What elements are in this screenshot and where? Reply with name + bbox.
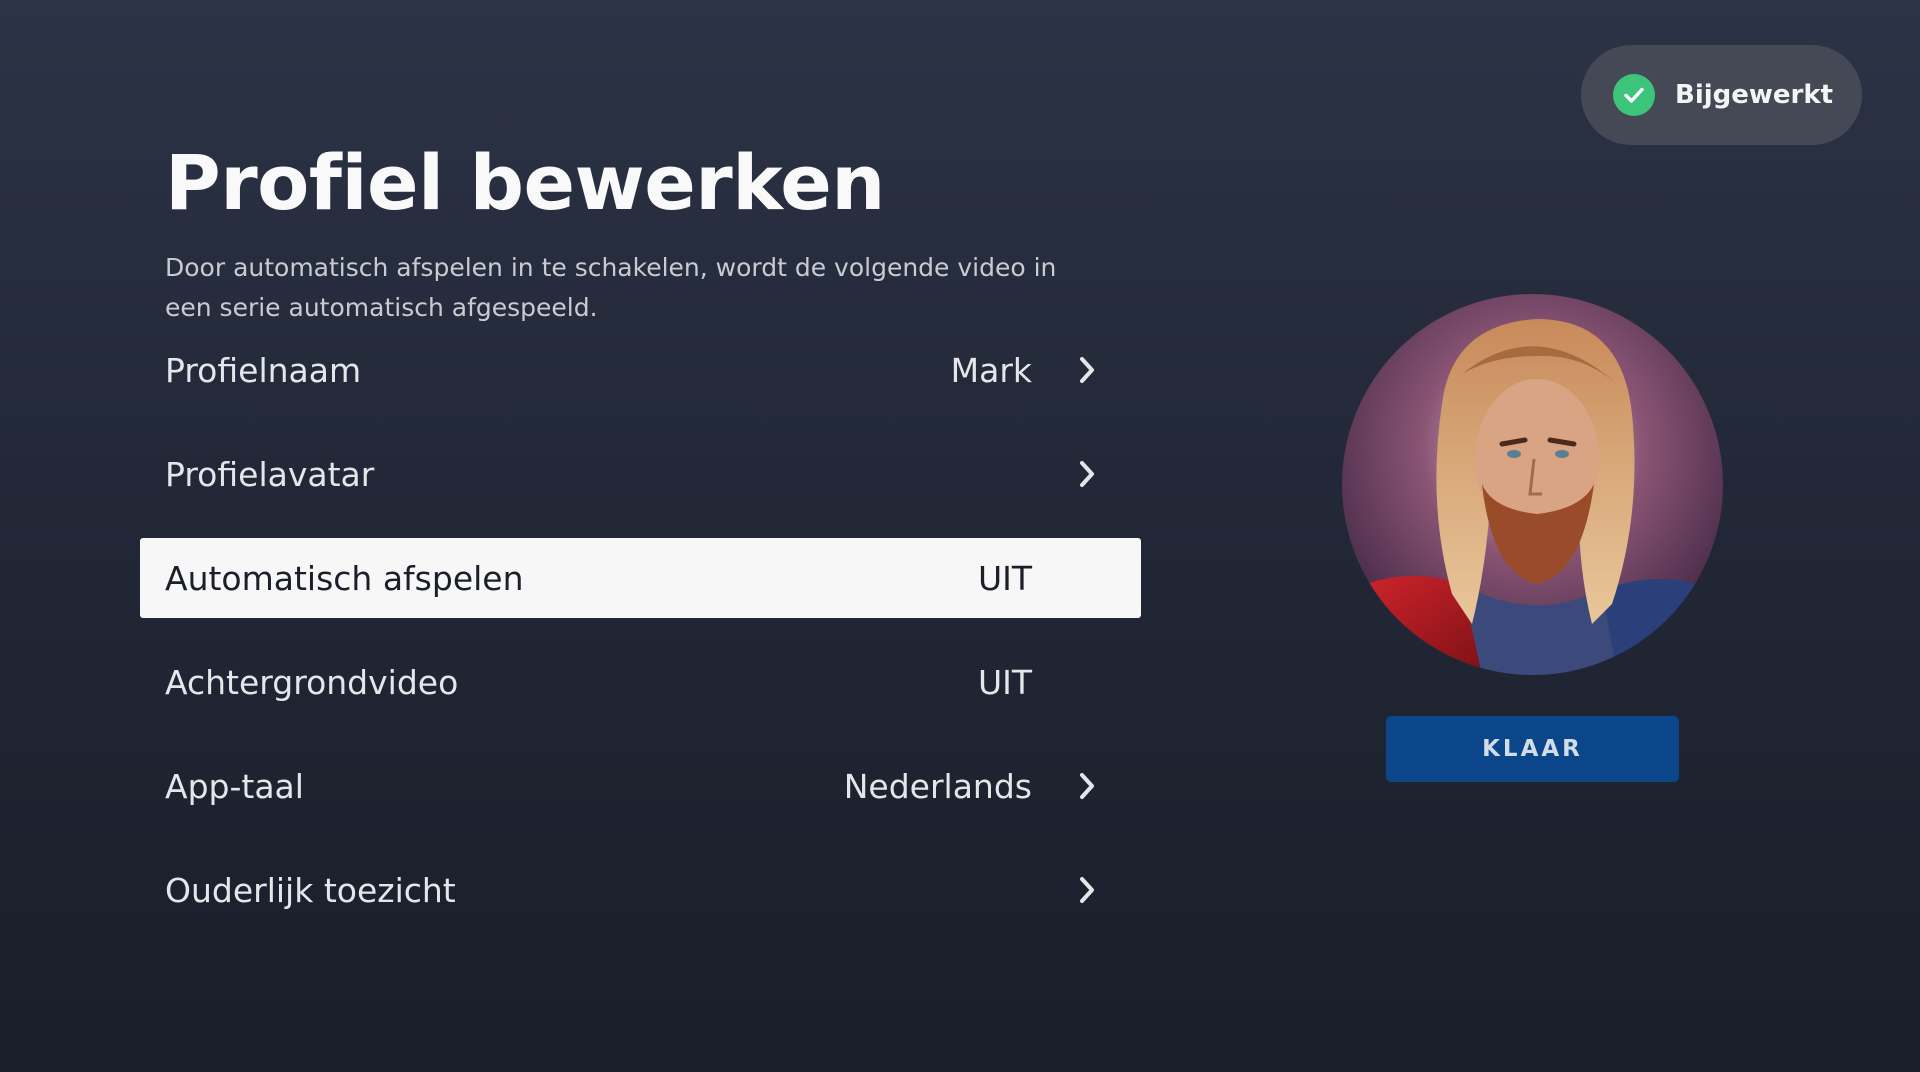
page-description: Door automatisch afspelen in te schakele… (165, 253, 1057, 322)
check-icon (1613, 74, 1655, 116)
background-video-toggle-value: UIT (977, 662, 1032, 702)
menu-item-label: Ouderlijk toezicht (165, 870, 456, 910)
menu-item-value: Nederlands (843, 766, 1032, 806)
chevron-right-icon (1068, 871, 1106, 909)
autoplay-toggle-value: UIT (977, 558, 1032, 598)
chevron-right-icon (1068, 455, 1106, 493)
done-button[interactable]: KLAAR (1386, 716, 1679, 782)
chevron-right-icon (1068, 767, 1106, 805)
menu-item-profile-avatar[interactable]: Profielavatar (140, 422, 1141, 526)
profile-settings-menu: Profielnaam Mark Profielavatar Automatis… (140, 318, 1141, 942)
menu-item-label: Achtergrondvideo (165, 662, 459, 702)
menu-item-profile-name[interactable]: Profielnaam Mark (140, 318, 1141, 422)
profile-avatar-image (1342, 294, 1723, 675)
menu-item-label: Profielnaam (165, 350, 362, 390)
menu-item-app-language[interactable]: App-taal Nederlands (140, 734, 1141, 838)
menu-item-label: Automatisch afspelen (165, 558, 524, 598)
page-title: Profiel bewerken (165, 138, 885, 227)
menu-item-background-video[interactable]: Achtergrondvideo UIT (140, 630, 1141, 734)
menu-item-label: App-taal (165, 766, 304, 806)
updated-toast: Bijgewerkt (1581, 45, 1862, 145)
menu-item-parental-controls[interactable]: Ouderlijk toezicht (140, 838, 1141, 942)
toast-label: Bijgewerkt (1675, 80, 1834, 110)
chevron-right-icon (1068, 351, 1106, 389)
menu-item-autoplay[interactable]: Automatisch afspelen UIT (140, 538, 1141, 618)
menu-item-value: Mark (950, 350, 1032, 390)
menu-item-label: Profielavatar (165, 454, 375, 494)
